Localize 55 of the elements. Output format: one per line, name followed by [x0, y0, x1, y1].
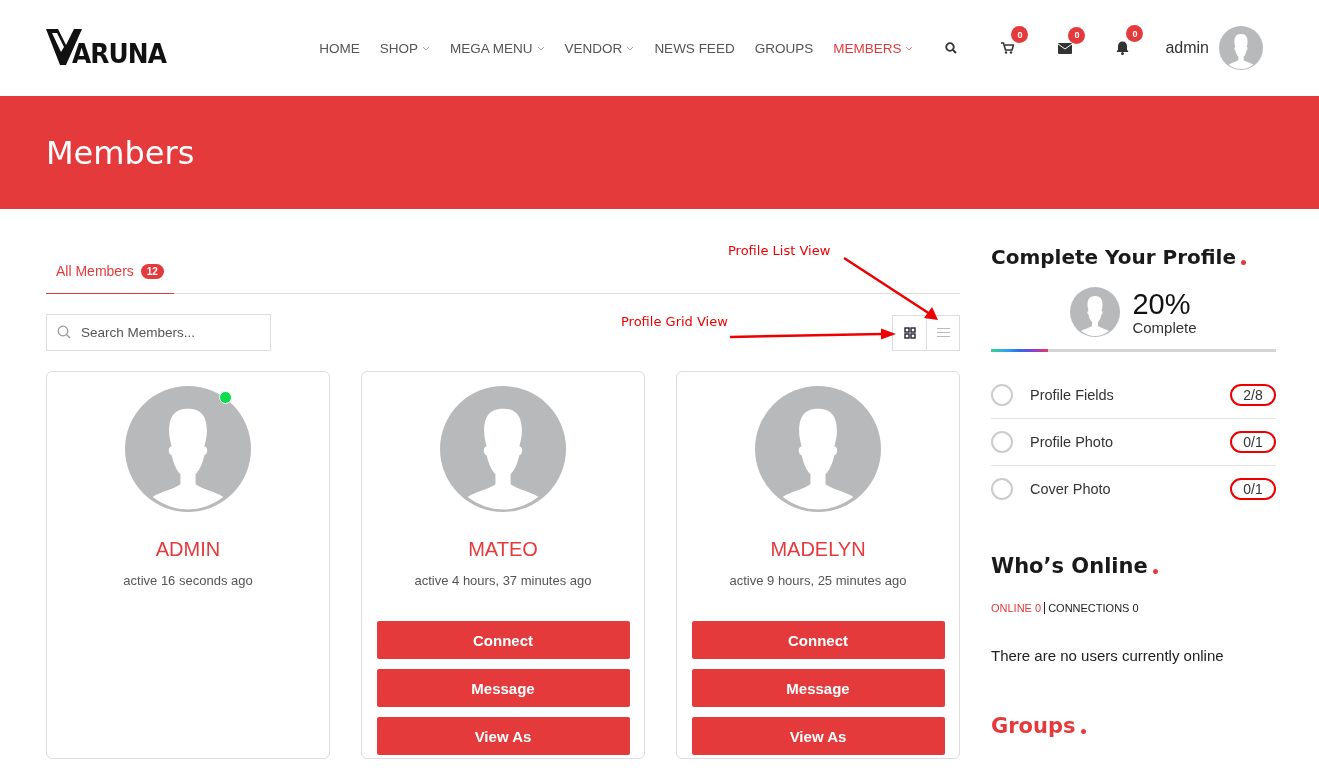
step-count: 0/1 — [1230, 478, 1276, 500]
nav-link[interactable]: SHOP — [379, 40, 431, 56]
nav-link[interactable]: NEWS FEED — [654, 40, 735, 56]
member-name[interactable]: ADMIN — [155, 538, 221, 561]
user-avatar — [1219, 26, 1263, 70]
annotation-label: Profile List View — [728, 243, 831, 258]
last-active-text: active 9 hours, 25 minutes ago — [729, 573, 907, 588]
member-action-button[interactable]: Connect — [691, 621, 945, 659]
list-icon — [936, 327, 950, 338]
nav-link[interactable]: HOME — [319, 40, 360, 56]
nav-link[interactable]: MEGA MENU — [450, 40, 545, 56]
annotation-label: Profile Grid View — [621, 314, 728, 329]
member-action-button[interactable]: Message — [691, 669, 945, 707]
widget-title: Complete Your Profile — [991, 245, 1276, 269]
logo[interactable]: ARUNA — [46, 27, 175, 69]
member-action-button[interactable]: View As — [691, 717, 945, 755]
cart-icon — [1001, 42, 1015, 54]
grid-icon — [903, 326, 916, 339]
step-count: 2/8 — [1230, 384, 1276, 406]
nav-link[interactable]: MEMBERS — [833, 40, 914, 56]
bell-icon — [1116, 41, 1130, 55]
last-active-text: active 16 seconds ago — [123, 573, 253, 588]
step-count: 0/1 — [1230, 431, 1276, 453]
title-dot-icon — [1080, 729, 1086, 734]
completion-percent: 20% — [1132, 288, 1192, 319]
members-tab[interactable]: All Members 12 — [46, 257, 174, 294]
nav-link[interactable]: GROUPS — [754, 40, 814, 56]
profile-step-label: Profile Photo — [1030, 434, 1114, 450]
online-filter-tab[interactable]: ONLINE 0 — [991, 602, 1042, 614]
widget-title: Who’s Online — [991, 554, 1276, 578]
username[interactable]: admin — [1165, 39, 1209, 57]
notification-count: 0 — [1126, 25, 1144, 42]
member-name[interactable]: MATEO — [468, 538, 538, 561]
member-action-button[interactable]: View As — [376, 717, 630, 755]
widget-title: Groups — [991, 714, 1276, 738]
last-active-text: active 4 hours, 37 minutes ago — [414, 573, 592, 588]
page-title: Members — [46, 133, 195, 172]
envelope-icon — [1058, 42, 1073, 54]
title-dot-icon — [1152, 569, 1158, 574]
profile-avatar — [1070, 287, 1121, 337]
completion-label: Complete — [1132, 318, 1197, 336]
logo-text: ARUNA — [72, 38, 166, 69]
member-name[interactable]: MADELYN — [770, 538, 866, 561]
nav-link[interactable]: VENDOR — [564, 40, 635, 56]
member-action-button[interactable]: Message — [376, 669, 630, 707]
search-field[interactable]: Search Members... — [46, 314, 271, 351]
empty-message: There are no users currently online — [991, 647, 1225, 664]
online-filter-tab[interactable]: CONNECTIONS 0 — [1048, 602, 1139, 614]
profile-step-label: Cover Photo — [1030, 481, 1111, 497]
notification-count: 0 — [1068, 26, 1086, 44]
member-action-button[interactable]: Connect — [376, 621, 630, 659]
title-dot-icon — [1241, 260, 1247, 265]
search-icon — [945, 42, 958, 54]
profile-step-label: Profile Fields — [1030, 387, 1114, 403]
notification-count: 0 — [1011, 26, 1029, 43]
